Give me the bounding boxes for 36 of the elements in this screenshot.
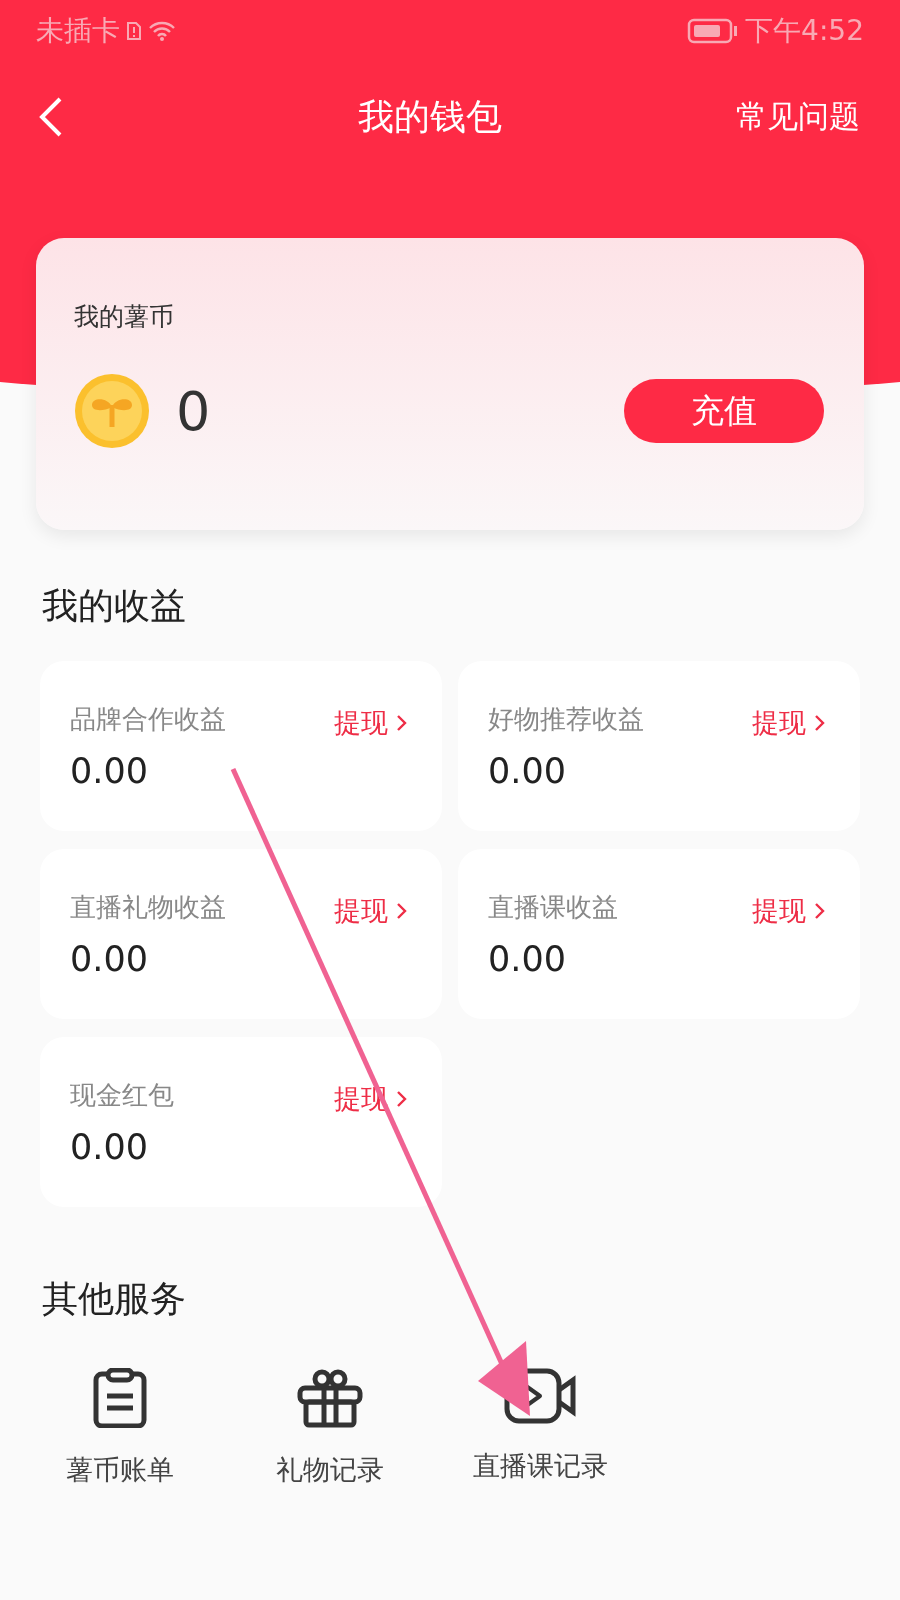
chevron-icon (814, 714, 826, 732)
service-label[interactable]: 礼物记录 (276, 1452, 384, 1488)
earning-amount: 0.00 (70, 750, 149, 791)
withdraw-link[interactable]: 提现 (752, 893, 826, 929)
earning-name: 直播课收益 (488, 890, 618, 924)
earning-amount: 0.00 (488, 750, 567, 791)
gift-icon[interactable] (297, 1368, 363, 1428)
chevron-icon (814, 902, 826, 920)
earning-amount: 0.00 (488, 938, 567, 979)
earning-amount: 0.00 (70, 938, 149, 979)
withdraw-link[interactable]: 提现 (752, 705, 826, 741)
page-title: 我的钱包 (357, 94, 503, 139)
coin-icon (74, 373, 150, 449)
service-label[interactable]: 直播课记录 (472, 1448, 608, 1484)
recharge-button[interactable]: 充值 (624, 379, 824, 443)
earning-name: 好物推荐收益 (488, 702, 644, 736)
faq-link[interactable]: 常见问题 (736, 96, 860, 138)
clock-text: 下午4:52 (745, 13, 864, 49)
section-title: 其他服务 (42, 1277, 187, 1321)
coin-amount: 0 (176, 379, 212, 443)
chevron-icon (396, 1090, 408, 1108)
section-title: 我的收益 (42, 584, 187, 628)
wifi-icon (148, 20, 176, 42)
carrier-text: 未插卡 (36, 13, 120, 49)
chevron-icon (396, 902, 408, 920)
earning-name: 现金红包 (70, 1078, 174, 1112)
service-label[interactable]: 薯币账单 (66, 1452, 174, 1488)
sim-icon (126, 21, 142, 41)
battery-icon (687, 18, 740, 44)
earning-amount: 0.00 (70, 1126, 149, 1167)
withdraw-link[interactable]: 提现 (334, 705, 408, 741)
earning-name: 直播礼物收益 (70, 890, 226, 924)
withdraw-link[interactable]: 提现 (334, 893, 408, 929)
earning-name: 品牌合作收益 (70, 702, 226, 736)
chevron-icon (396, 714, 408, 732)
coin-label: 我的薯币 (74, 302, 174, 331)
